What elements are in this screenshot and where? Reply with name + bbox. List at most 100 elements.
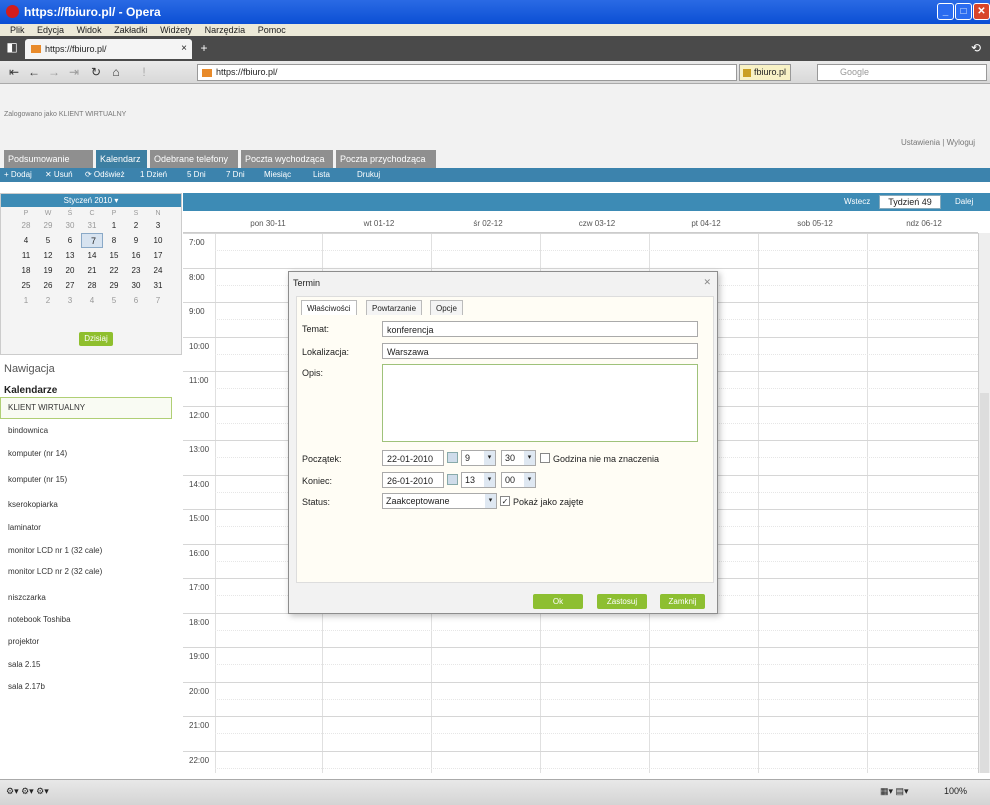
- start-hour-select[interactable]: 9 ▾: [461, 450, 496, 466]
- new-tab-icon[interactable]: +: [196, 41, 212, 56]
- trash-icon[interactable]: ⟲: [968, 41, 984, 56]
- close-icon[interactable]: ✕: [703, 277, 711, 288]
- wand-icon[interactable]: !: [136, 65, 152, 80]
- apply-button[interactable]: Zastosuj: [597, 594, 647, 609]
- prev-week-button[interactable]: Wstecz: [844, 197, 870, 206]
- ok-button[interactable]: Ok: [533, 594, 583, 609]
- refresh-button[interactable]: ⟳ Odśwież: [85, 170, 125, 179]
- browser-tab[interactable]: https://fbiuro.pl/ ×: [25, 39, 192, 59]
- day-header[interactable]: czw 03-12: [547, 219, 647, 228]
- calendar-item[interactable]: komputer (nr 15): [8, 475, 67, 484]
- today-button[interactable]: Dzisiaj: [79, 332, 113, 346]
- day-cell[interactable]: 8: [103, 233, 125, 248]
- opis-textarea[interactable]: [382, 364, 698, 442]
- close-tab-icon[interactable]: ×: [181, 43, 187, 54]
- allday-checkbox[interactable]: [540, 453, 550, 463]
- day-cell[interactable]: 11: [15, 248, 37, 263]
- close-window-button[interactable]: ✕: [973, 3, 990, 20]
- end-date-input[interactable]: 26-01-2010: [382, 472, 444, 488]
- scrollbar-thumb[interactable]: [980, 393, 989, 773]
- day-cell[interactable]: 4: [15, 233, 37, 248]
- day-cell[interactable]: 7: [147, 293, 169, 308]
- day-cell[interactable]: 3: [147, 218, 169, 233]
- start-minute-select[interactable]: 30 ▾: [501, 450, 536, 466]
- minimize-button[interactable]: _: [937, 3, 954, 20]
- forward-icon[interactable]: →: [46, 65, 62, 80]
- tab-powtarzanie[interactable]: Powtarzanie: [366, 300, 423, 315]
- calendar-item[interactable]: niszczarka: [8, 593, 46, 602]
- tab-poczta-przychodzaca[interactable]: Poczta przychodząca: [336, 150, 436, 168]
- day-cell[interactable]: 9: [125, 233, 147, 248]
- view-7-days-button[interactable]: 7 Dni: [226, 170, 245, 179]
- day-cell[interactable]: 22: [103, 263, 125, 278]
- tab-podsumowanie[interactable]: Podsumowanie: [4, 150, 93, 168]
- rewind-icon[interactable]: ⇤: [6, 65, 22, 80]
- panel-toggle-icon[interactable]: ◧: [4, 40, 20, 55]
- day-cell[interactable]: 5: [103, 293, 125, 308]
- menu-plik[interactable]: Plik: [10, 25, 25, 35]
- day-cell[interactable]: 15: [103, 248, 125, 263]
- day-header[interactable]: ndz 06-12: [874, 219, 974, 228]
- day-cell[interactable]: 5: [37, 233, 59, 248]
- day-cell[interactable]: 31: [81, 218, 103, 233]
- lokalizacja-input[interactable]: Warszawa: [382, 343, 698, 359]
- calendar-item[interactable]: projektor: [8, 637, 39, 646]
- menu-pomoc[interactable]: Pomoc: [258, 25, 286, 35]
- day-header[interactable]: sob 05-12: [765, 219, 865, 228]
- day-cell-selected[interactable]: 7: [81, 233, 103, 248]
- calendar-item[interactable]: KLIENT WIRTUALNY: [8, 403, 85, 412]
- day-cell[interactable]: 6: [59, 233, 81, 248]
- day-cell[interactable]: 3: [59, 293, 81, 308]
- tab-odebrane-telefony[interactable]: Odebrane telefony: [150, 150, 238, 168]
- day-cell[interactable]: 29: [37, 218, 59, 233]
- day-cell[interactable]: 23: [125, 263, 147, 278]
- day-cell[interactable]: 17: [147, 248, 169, 263]
- day-cell[interactable]: 18: [15, 263, 37, 278]
- day-cell[interactable]: 28: [81, 278, 103, 293]
- day-cell[interactable]: 2: [125, 218, 147, 233]
- view-controls-icon[interactable]: ▦▾ ▤▾: [880, 786, 909, 797]
- day-cell[interactable]: 16: [125, 248, 147, 263]
- add-button[interactable]: + Dodaj: [4, 170, 32, 179]
- day-cell[interactable]: 28: [15, 218, 37, 233]
- day-cell[interactable]: 12: [37, 248, 59, 263]
- day-cell[interactable]: 6: [125, 293, 147, 308]
- tab-wlasciwosci[interactable]: Właściwości: [301, 300, 357, 315]
- start-date-input[interactable]: 22-01-2010: [382, 450, 444, 466]
- day-header[interactable]: wt 01-12: [329, 219, 429, 228]
- tab-kalendarz[interactable]: Kalendarz: [96, 150, 147, 168]
- menu-edycja[interactable]: Edycja: [37, 25, 64, 35]
- close-button[interactable]: Zamknij: [660, 594, 705, 609]
- day-cell[interactable]: 14: [81, 248, 103, 263]
- url-field[interactable]: https://fbiuro.pl/: [197, 64, 737, 81]
- print-button[interactable]: Drukuj: [357, 170, 380, 179]
- week-selector[interactable]: Tydzień 49: [879, 195, 941, 209]
- day-cell[interactable]: 13: [59, 248, 81, 263]
- zoom-level[interactable]: 100%: [944, 786, 967, 796]
- tab-poczta-wychodzaca[interactable]: Poczta wychodząca: [241, 150, 333, 168]
- calendar-item[interactable]: monitor LCD nr 1 (32 cale): [8, 546, 102, 555]
- temat-input[interactable]: konferencja: [382, 321, 698, 337]
- calendar-item[interactable]: bindownica: [8, 426, 48, 435]
- day-cell[interactable]: 21: [81, 263, 103, 278]
- day-header[interactable]: pon 30-11: [218, 219, 318, 228]
- reload-icon[interactable]: ↻: [88, 65, 104, 80]
- fast-forward-icon[interactable]: ⇥: [66, 65, 82, 80]
- day-cell[interactable]: 26: [37, 278, 59, 293]
- menu-widzety[interactable]: Widżety: [160, 25, 192, 35]
- day-cell[interactable]: 1: [103, 218, 125, 233]
- search-field[interactable]: Google: [817, 64, 987, 81]
- calendar-item[interactable]: sala 2.15: [8, 660, 40, 669]
- maximize-button[interactable]: □: [955, 3, 972, 20]
- view-5-days-button[interactable]: 5 Dni: [187, 170, 206, 179]
- end-minute-select[interactable]: 00 ▾: [501, 472, 536, 488]
- calendar-item[interactable]: monitor LCD nr 2 (32 cale): [8, 567, 102, 576]
- day-cell[interactable]: 20: [59, 263, 81, 278]
- end-hour-select[interactable]: 13 ▾: [461, 472, 496, 488]
- day-cell[interactable]: 30: [59, 218, 81, 233]
- settings-logout-links[interactable]: Ustawienia | Wyloguj: [901, 138, 975, 147]
- status-tools-icon[interactable]: ⚙▾ ⚙▾ ⚙▾: [6, 786, 49, 797]
- day-cell[interactable]: 19: [37, 263, 59, 278]
- delete-button[interactable]: ✕ Usuń: [45, 170, 73, 179]
- view-list-button[interactable]: Lista: [313, 170, 330, 179]
